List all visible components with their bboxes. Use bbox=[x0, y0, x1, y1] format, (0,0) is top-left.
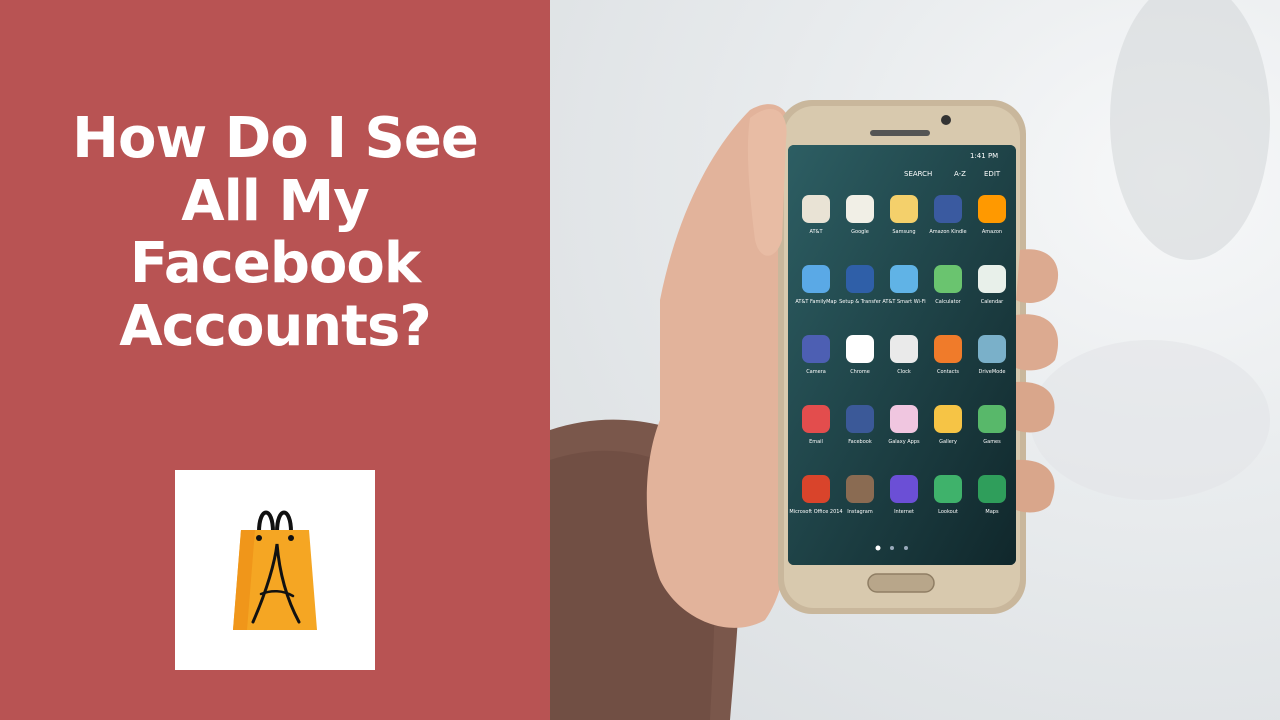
app-label: Instagram bbox=[847, 509, 873, 515]
tab-az: A-Z bbox=[954, 170, 966, 178]
app-label: Lookout bbox=[938, 509, 958, 515]
app-label: Calendar bbox=[981, 299, 1004, 305]
title-line: Facebook bbox=[129, 231, 421, 297]
title-line: Accounts? bbox=[119, 294, 432, 360]
app-icon bbox=[890, 335, 918, 363]
phone-photo: 1:41 PM SEARCH A-Z EDIT AT&T Google Samsun… bbox=[550, 0, 1280, 720]
app-label: AT&T Smart Wi-Fi bbox=[882, 299, 925, 305]
app-label: Chrome bbox=[850, 369, 870, 375]
app-icon bbox=[802, 405, 830, 433]
left-panel: How Do I See All My Facebook Accounts? A bbox=[0, 0, 550, 720]
app-icon bbox=[934, 195, 962, 223]
logo-letter: A bbox=[175, 470, 176, 471]
app-icon bbox=[934, 335, 962, 363]
hand-holding-phone-image: 1:41 PM SEARCH A-Z EDIT AT&T Google Samsun… bbox=[550, 0, 1270, 720]
app-label: DriveMode bbox=[979, 369, 1006, 375]
app-icon bbox=[846, 335, 874, 363]
app-icon bbox=[890, 265, 918, 293]
app-icon bbox=[846, 195, 874, 223]
app-label: AT&T FamilyMap bbox=[795, 299, 836, 305]
app-icon bbox=[846, 475, 874, 503]
tab-edit: EDIT bbox=[984, 170, 1001, 178]
app-label: Contacts bbox=[937, 369, 959, 375]
app-label: Facebook bbox=[848, 439, 872, 445]
app-icon bbox=[978, 195, 1006, 223]
app-icon bbox=[802, 195, 830, 223]
app-label: Camera bbox=[806, 369, 826, 375]
app-icon bbox=[802, 475, 830, 503]
shopping-bag-icon: A bbox=[175, 470, 317, 630]
app-icon bbox=[978, 265, 1006, 293]
status-time: 1:41 PM bbox=[970, 152, 998, 160]
app-label: Microsoft Office 2014 bbox=[789, 509, 842, 515]
app-icon bbox=[934, 265, 962, 293]
app-icon bbox=[978, 475, 1006, 503]
app-label: Games bbox=[983, 439, 1001, 445]
app-label: Google bbox=[851, 229, 869, 235]
title-line: How Do I See bbox=[72, 106, 479, 171]
app-label: Galaxy Apps bbox=[888, 439, 920, 445]
app-icon bbox=[802, 265, 830, 293]
app-label: Internet bbox=[894, 509, 914, 515]
app-icon bbox=[934, 405, 962, 433]
app-label: AT&T bbox=[809, 229, 823, 235]
app-icon bbox=[890, 405, 918, 433]
app-icon bbox=[846, 265, 874, 293]
app-icon bbox=[802, 335, 830, 363]
app-label: Gallery bbox=[939, 439, 957, 445]
app-icon bbox=[846, 405, 874, 433]
app-icon bbox=[934, 475, 962, 503]
app-icon bbox=[890, 195, 918, 223]
app-label: Amazon Kindle bbox=[929, 229, 966, 235]
app-label: Samsung bbox=[892, 229, 915, 235]
app-label: Calculator bbox=[935, 299, 961, 305]
app-label: Setup & Transfer bbox=[839, 299, 882, 305]
logo: A bbox=[175, 470, 375, 670]
app-label: Maps bbox=[985, 509, 999, 515]
page-title: How Do I See All My Facebook Accounts? bbox=[20, 106, 530, 360]
app-icon bbox=[978, 335, 1006, 363]
tab-search: SEARCH bbox=[904, 170, 932, 178]
app-icon bbox=[978, 405, 1006, 433]
app-label: Email bbox=[809, 439, 823, 445]
app-label: Amazon bbox=[982, 229, 1002, 235]
app-icon bbox=[890, 475, 918, 503]
title-line: All My bbox=[181, 168, 369, 234]
app-label: Clock bbox=[897, 369, 911, 375]
